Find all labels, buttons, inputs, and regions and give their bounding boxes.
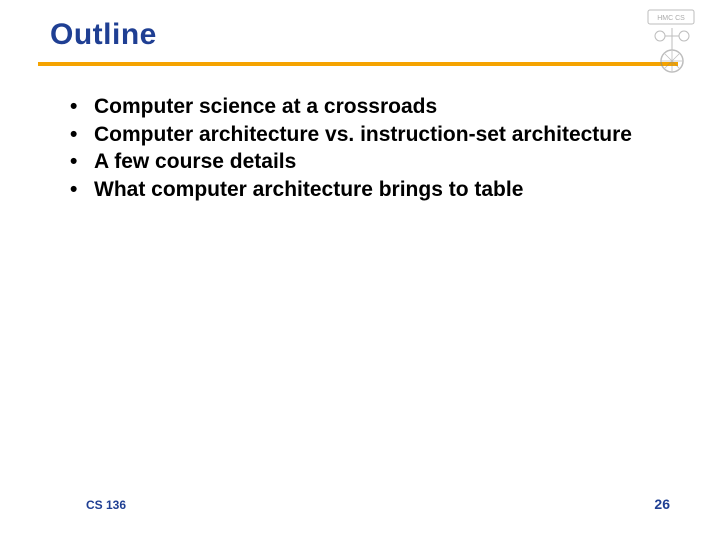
- slide-header: Outline HMC CS: [0, 0, 720, 52]
- logo-icon: HMC CS: [642, 6, 702, 76]
- list-item: Computer architecture vs. instruction-se…: [70, 122, 660, 148]
- svg-text:HMC CS: HMC CS: [657, 15, 685, 22]
- slide-footer: CS 136 26: [0, 496, 720, 512]
- slide-title: Outline: [50, 18, 720, 52]
- footer-page-number: 26: [654, 496, 670, 512]
- slide: Outline HMC CS Computer science at a cro…: [0, 0, 720, 540]
- slide-content: Computer science at a crossroads Compute…: [0, 66, 720, 202]
- footer-course: CS 136: [86, 498, 126, 512]
- bullet-list: Computer science at a crossroads Compute…: [70, 94, 660, 202]
- list-item: Computer science at a crossroads: [70, 94, 660, 120]
- list-item: What computer architecture brings to tab…: [70, 177, 660, 203]
- list-item: A few course details: [70, 149, 660, 175]
